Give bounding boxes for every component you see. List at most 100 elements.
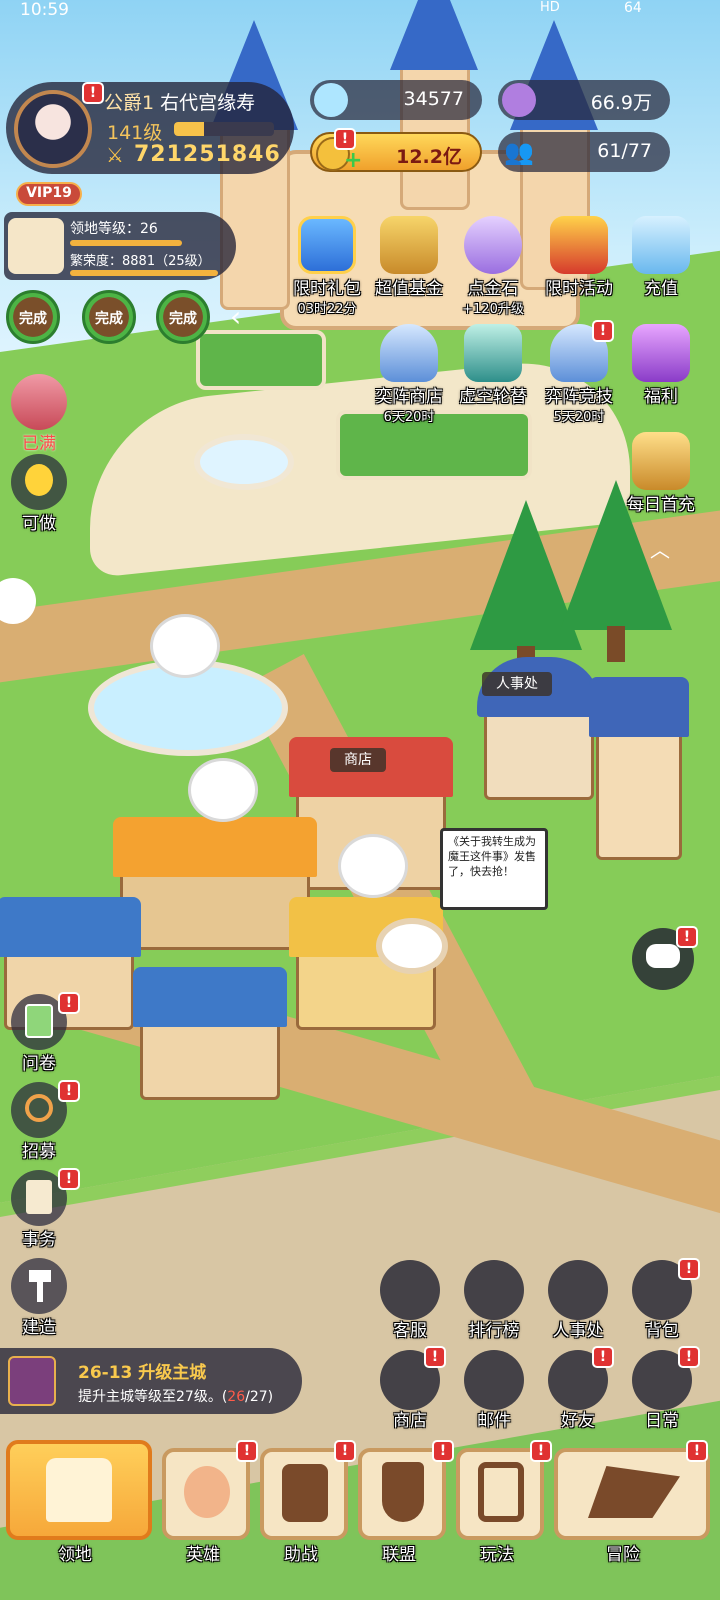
speech-bubble[interactable]: 《关于我转生成为魔王这件事》发售了，快去抢！: [440, 828, 548, 910]
event-limited-activity[interactable]: 限时活动: [536, 216, 622, 316]
gate-icon: [478, 1462, 524, 1522]
fountain: [194, 434, 294, 490]
player-profile[interactable]: ! 公爵1 右代宫缘寿 141级 ⚔ 721251846: [6, 82, 294, 174]
event-chess-arena[interactable]: 弈阵竞技 5天20时 !: [536, 320, 622, 425]
nav-gameplay[interactable]: !: [456, 1440, 552, 1540]
grid-label: 好友: [561, 1411, 595, 1431]
nav-heroes[interactable]: !: [162, 1440, 258, 1540]
gold-currency[interactable]: 12.2亿 ! +: [310, 128, 482, 173]
grid-label: 背包: [645, 1321, 679, 1341]
friends-button[interactable]: ! 好友: [542, 1346, 614, 1434]
plus-icon[interactable]: +: [344, 148, 362, 173]
grid-label: 邮件: [477, 1411, 511, 1431]
grid-label: 排行榜: [468, 1321, 520, 1341]
alert-badge: !: [592, 1346, 614, 1368]
crystal-currency[interactable]: 34577: [310, 80, 482, 120]
alert-badge: !: [58, 1168, 80, 1190]
avatar[interactable]: [14, 90, 92, 168]
side-label: 建造: [22, 1318, 56, 1338]
cottage[interactable]: [133, 967, 287, 1100]
side-todo[interactable]: 可做: [8, 454, 70, 534]
backpack-button[interactable]: ! 背包: [626, 1258, 700, 1344]
player-level: 141级: [107, 122, 163, 144]
clock-tower[interactable]: [589, 677, 689, 860]
market-stall[interactable]: [113, 817, 317, 950]
prosperity: 繁荣度：8881（25级）: [70, 254, 211, 269]
alert-badge: !: [676, 926, 698, 948]
side-storage[interactable]: 已满: [8, 374, 70, 454]
crystal-amount: 34577: [403, 88, 464, 110]
clock: 10:59: [20, 0, 69, 20]
complete-button-2[interactable]: 完成: [82, 290, 136, 344]
event-chess-shop[interactable]: 奕阵商店 6天20时: [366, 324, 452, 425]
daily-button[interactable]: ! 日常: [626, 1346, 700, 1434]
prize-box-icon: [550, 216, 608, 274]
crossed-swords-icon: ⚔: [106, 143, 124, 167]
side-label: 问卷: [22, 1054, 56, 1074]
event-name: 福利: [644, 387, 678, 407]
alert-badge: !: [58, 992, 80, 1014]
vip-badge[interactable]: VIP19: [16, 182, 82, 206]
complete-label: 完成: [19, 311, 47, 327]
customer-service-button[interactable]: 客服: [374, 1260, 446, 1344]
building-roof: [113, 817, 317, 877]
crystal-icon: [314, 83, 348, 117]
event-philosopher-stone[interactable]: 点金石 +120升级: [450, 216, 536, 317]
collapse-up-icon[interactable]: ︿: [650, 534, 670, 563]
shop-button[interactable]: ! 商店: [374, 1346, 446, 1434]
banner-icon: [382, 1462, 424, 1522]
nav-adventure[interactable]: !: [554, 1440, 710, 1540]
chevron-left-icon[interactable]: ‹: [230, 300, 241, 333]
nav-alliance[interactable]: !: [358, 1440, 454, 1540]
purple-coin-amount: 66.9万: [590, 92, 652, 114]
mail-button[interactable]: 邮件: [458, 1350, 530, 1434]
population-counter[interactable]: 👥 61/77: [498, 132, 670, 172]
complete-button-3[interactable]: 完成: [156, 290, 210, 344]
personnel-office-building[interactable]: [477, 657, 601, 800]
side-build[interactable]: 建造: [8, 1258, 70, 1338]
main-quest-tracker[interactable]: 26-13 升级主城 提升主城等级至27级。(26/27): [0, 1348, 302, 1414]
complete-button-1[interactable]: 完成: [6, 290, 60, 344]
alert-badge: !: [530, 1440, 552, 1462]
event-limited-gift[interactable]: 限时礼包 03时22分: [284, 216, 370, 317]
territory-panel[interactable]: 领地等级：26 繁荣度：8881（25级）: [4, 212, 236, 280]
side-recruit[interactable]: ! 招募: [8, 1080, 80, 1162]
grid-label: 人事处: [552, 1321, 604, 1341]
exp-bar: [174, 122, 274, 136]
event-welfare[interactable]: 福利: [618, 324, 704, 424]
prosperity-bar: [70, 270, 218, 276]
exp-bar-fill: [174, 122, 204, 136]
crest-icon: [380, 324, 438, 382]
gold-amount: 12.2亿: [396, 146, 462, 168]
house-icon: [11, 374, 67, 430]
nav-label: 玩法: [480, 1545, 514, 1565]
nav-territory[interactable]: [6, 1440, 152, 1540]
daily-first-recharge[interactable]: 每日首充: [618, 432, 704, 532]
complete-label: 完成: [169, 311, 197, 327]
purple-coin-currency[interactable]: 66.9万: [498, 80, 670, 120]
gift-box-icon: [632, 324, 690, 382]
personnel-button[interactable]: 人事处: [542, 1260, 614, 1344]
coffee-cup-icon[interactable]: [376, 918, 448, 974]
purple-coin-bubble[interactable]: [188, 758, 258, 822]
tree-trunk: [607, 626, 625, 662]
side-affairs[interactable]: ! 事务: [8, 1168, 80, 1250]
event-name: 每日首充: [627, 495, 695, 515]
event-timer: 6天20时: [383, 410, 435, 425]
building-roof: [133, 967, 287, 1027]
flag-icon: [588, 1466, 680, 1518]
castle-icon: [8, 218, 64, 274]
reward-bubble[interactable]: [150, 614, 220, 678]
event-recharge[interactable]: 充值: [618, 216, 704, 316]
player-name: 右代宫缘寿: [160, 92, 256, 114]
leaderboard-button[interactable]: 排行榜: [458, 1260, 530, 1344]
side-survey[interactable]: ! 问卷: [8, 992, 80, 1074]
complete-label: 完成: [95, 311, 123, 327]
alert-badge: !: [592, 320, 614, 342]
quest-progress-total: /27): [245, 1389, 274, 1405]
side-label: 招募: [22, 1142, 56, 1162]
purple-coin-bubble[interactable]: [338, 834, 408, 898]
alert-badge: !: [432, 1440, 454, 1462]
nav-support[interactable]: !: [260, 1440, 356, 1540]
alert-badge: !: [678, 1258, 700, 1280]
